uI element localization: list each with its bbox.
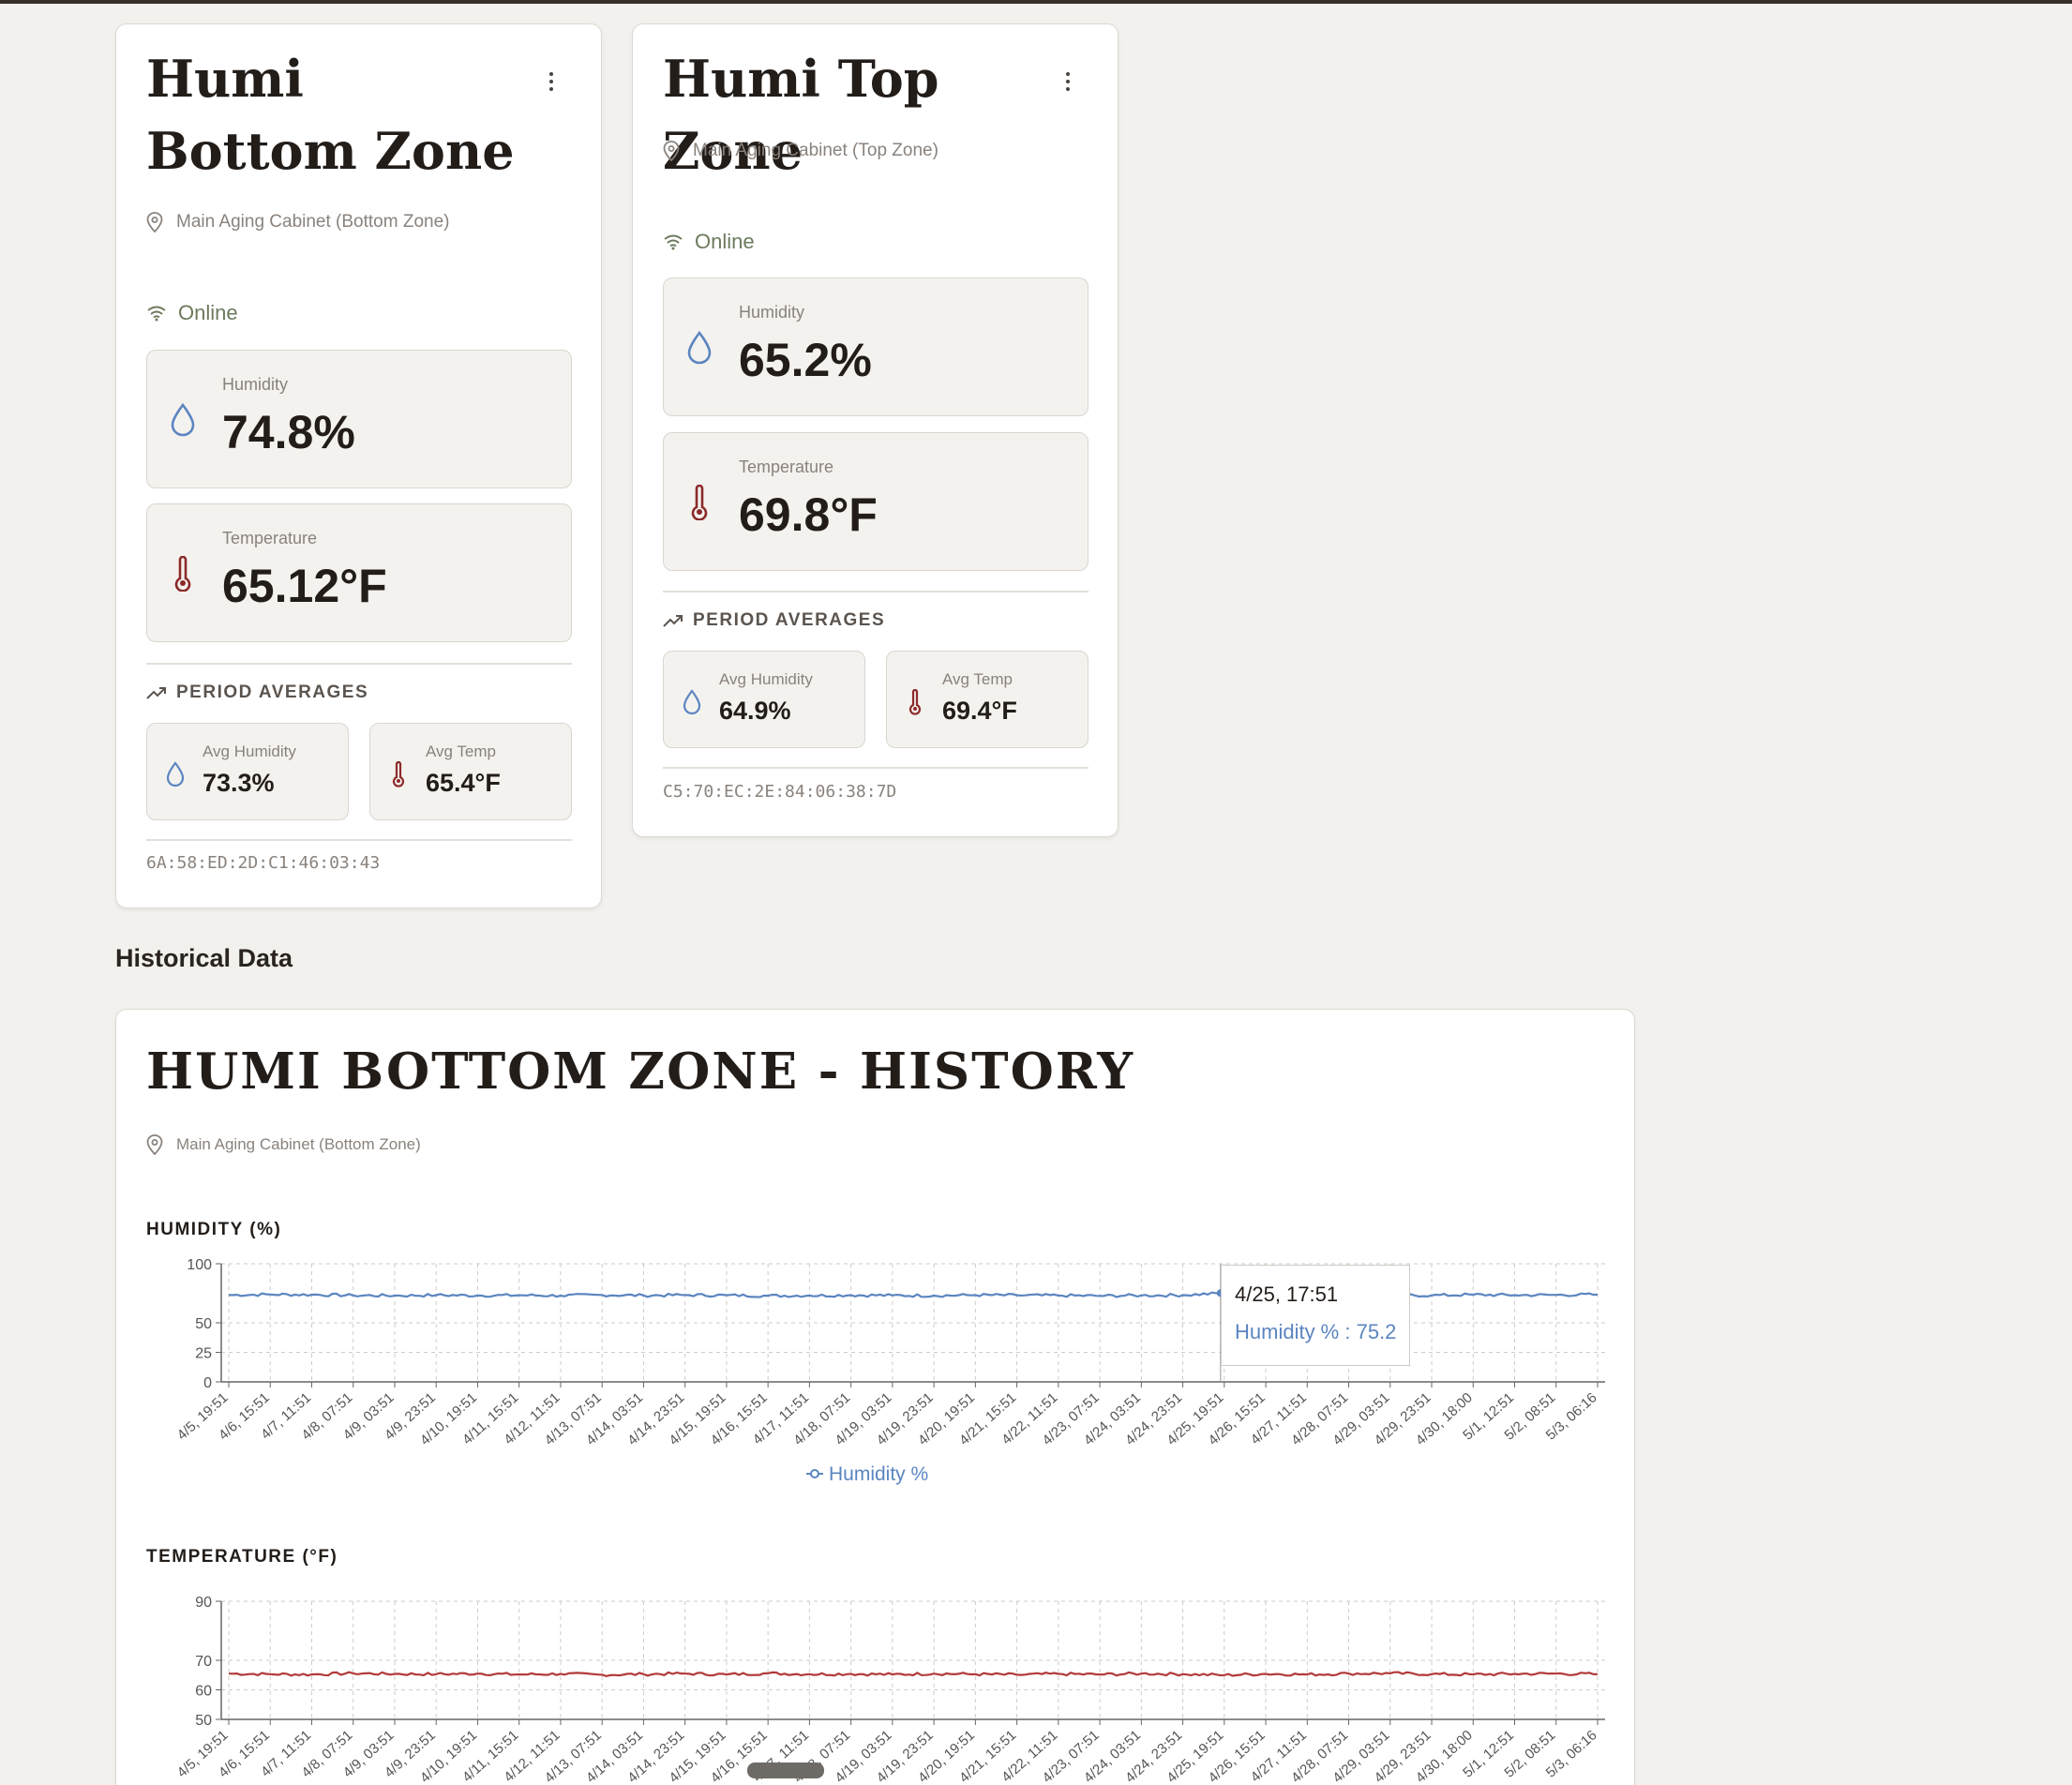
avg-temp-value: 65.4°F xyxy=(426,769,501,797)
humidity-metric: Humidity 65.2% xyxy=(663,278,1089,416)
kebab-menu-icon[interactable] xyxy=(542,69,561,98)
droplet-icon xyxy=(166,761,185,788)
period-averages-text: PERIOD AVERAGES xyxy=(176,682,369,702)
tooltip-series: Humidity % xyxy=(1235,1320,1340,1343)
section-title-historical-data: Historical Data xyxy=(115,944,293,972)
kebab-menu-icon[interactable] xyxy=(1059,69,1077,98)
top-bar xyxy=(0,0,2072,4)
thermometer-icon xyxy=(392,761,405,788)
location-text: Main Aging Cabinet (Bottom Zone) xyxy=(176,212,450,232)
mac-address: 6A:58:ED:2D:C1:46:03:43 xyxy=(146,853,381,873)
location-text: Main Aging Cabinet (Bottom Zone) xyxy=(176,1135,421,1153)
trending-up-icon xyxy=(146,687,166,699)
wifi-icon xyxy=(664,234,683,250)
humidity-metric: Humidity 74.8% xyxy=(146,350,572,488)
avg-temp-label: Avg Temp xyxy=(426,742,496,760)
location-pin-icon xyxy=(146,1134,163,1155)
tooltip-number: 75.2 xyxy=(1356,1320,1397,1343)
status-indicator: Online xyxy=(663,230,755,254)
avg-humidity-value: 64.9% xyxy=(719,697,791,725)
status-text: Online xyxy=(178,301,238,324)
temperature-label: Temperature xyxy=(739,458,834,476)
droplet-icon xyxy=(687,330,712,365)
y-tick-label: 25 xyxy=(195,1346,212,1362)
history-title: HUMI BOTTOM ZONE - HISTORY xyxy=(146,1042,1135,1101)
temperature-metric: Temperature 69.8°F xyxy=(663,432,1089,571)
wifi-icon xyxy=(147,306,166,322)
device-title: Humi Bottom Zone xyxy=(146,49,515,181)
humidity-value: 65.2% xyxy=(739,334,872,386)
humidity-label: Humidity xyxy=(739,303,805,322)
legend-marker xyxy=(810,1469,819,1478)
temperature-chart[interactable]: 506070904/5, 19:514/6, 15:514/7, 11:514/… xyxy=(141,1575,1622,1785)
history-location: Main Aging Cabinet (Bottom Zone) xyxy=(146,1134,421,1155)
avg-temp-value: 69.4°F xyxy=(942,697,1017,725)
thermometer-icon xyxy=(691,485,708,520)
y-tick-label: 90 xyxy=(195,1595,212,1611)
divider xyxy=(146,839,572,841)
legend-label: Humidity % xyxy=(829,1463,928,1485)
period-averages-heading: PERIOD AVERAGES xyxy=(146,682,368,703)
device-title: Humi Top Zone xyxy=(663,49,939,181)
temperature-metric: Temperature 65.12°F xyxy=(146,503,572,642)
status-indicator: Online xyxy=(146,301,238,325)
temperature-label: Temperature xyxy=(222,529,318,548)
device-location: Main Aging Cabinet (Bottom Zone) xyxy=(146,212,450,232)
avg-humidity-value: 73.3% xyxy=(203,769,275,797)
thermometer-icon xyxy=(174,556,191,592)
trending-up-icon xyxy=(663,615,683,627)
device-card-bottom-zone: Humi Bottom Zone Main Aging Cabinet (Bot… xyxy=(115,23,602,908)
status-text: Online xyxy=(695,230,755,253)
period-averages-text: PERIOD AVERAGES xyxy=(693,610,886,630)
y-tick-label: 60 xyxy=(195,1684,212,1700)
humidity-chart-label: HUMIDITY (%) xyxy=(146,1220,282,1239)
humidity-value: 74.8% xyxy=(222,406,355,458)
droplet-icon xyxy=(683,689,701,715)
temperature-chart-label: TEMPERATURE (°F) xyxy=(146,1547,338,1567)
tooltip-value: Humidity % : 75.2 xyxy=(1235,1320,1397,1343)
location-pin-icon xyxy=(663,141,680,161)
tooltip-time: 4/25, 17:51 xyxy=(1235,1282,1339,1306)
temperature-value: 69.8°F xyxy=(739,488,878,541)
avg-temp-label: Avg Temp xyxy=(942,670,1013,688)
location-text: Main Aging Cabinet (Top Zone) xyxy=(693,141,938,160)
mac-address: C5:70:EC:2E:84:06:38:7D xyxy=(663,782,897,802)
y-tick-label: 70 xyxy=(195,1654,212,1670)
thermometer-icon xyxy=(908,689,922,715)
droplet-icon xyxy=(171,402,195,437)
avg-temp-metric: Avg Temp 65.4°F xyxy=(369,723,572,820)
location-pin-icon xyxy=(146,212,163,232)
series-line xyxy=(228,1671,1599,1678)
temperature-value: 65.12°F xyxy=(222,560,387,612)
avg-humidity-label: Avg Humidity xyxy=(203,742,296,760)
divider xyxy=(663,767,1089,769)
device-card-top-zone: Humi Top Zone Main Aging Cabinet (Top Zo… xyxy=(632,23,1119,837)
y-tick-label: 50 xyxy=(195,1316,212,1332)
chart-tooltip: 4/25, 17:51 Humidity % : 75.2 xyxy=(1221,1265,1410,1366)
avg-humidity-metric: Avg Humidity 73.3% xyxy=(146,723,349,820)
divider xyxy=(663,591,1089,592)
divider xyxy=(146,663,572,665)
avg-temp-metric: Avg Temp 69.4°F xyxy=(886,651,1089,748)
y-tick-label: 50 xyxy=(195,1713,212,1729)
avg-humidity-label: Avg Humidity xyxy=(719,670,813,688)
humidity-label: Humidity xyxy=(222,375,289,394)
y-tick-label: 100 xyxy=(187,1257,212,1273)
y-tick-label: 0 xyxy=(203,1375,212,1391)
avg-humidity-metric: Avg Humidity 64.9% xyxy=(663,651,865,748)
period-averages-heading: PERIOD AVERAGES xyxy=(663,610,885,631)
device-location: Main Aging Cabinet (Top Zone) xyxy=(663,141,938,161)
horizontal-scrollbar-thumb[interactable] xyxy=(747,1762,824,1778)
